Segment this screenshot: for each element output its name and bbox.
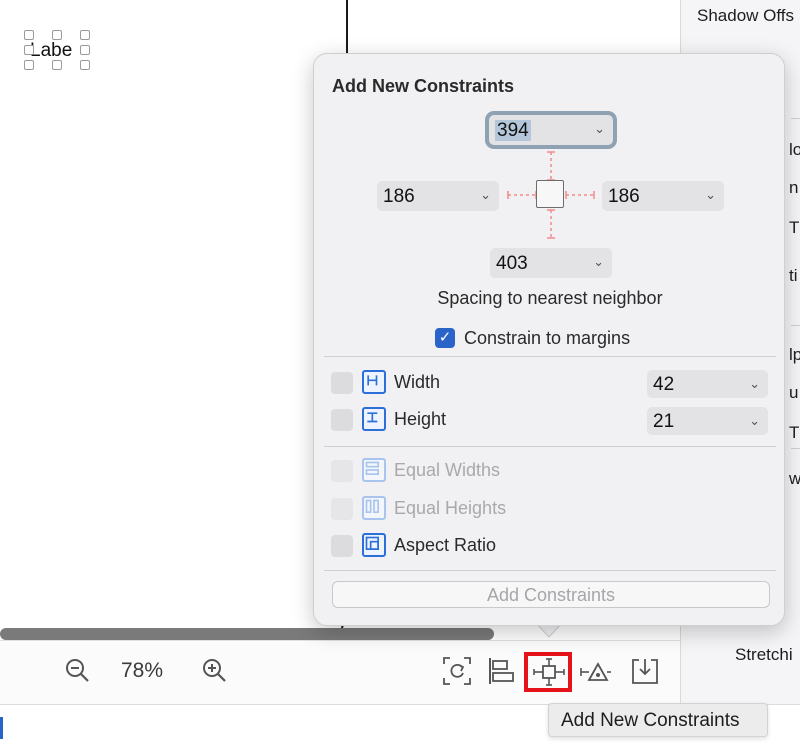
highlight-box [524, 652, 572, 692]
height-label: Height [394, 409, 447, 429]
label-element[interactable]: Labe [24, 30, 94, 70]
equal-widths-checkbox [331, 460, 353, 482]
height-icon [362, 407, 386, 431]
align-icon[interactable] [487, 656, 517, 686]
height-value-dropdown[interactable]: 21 ⌄ [647, 407, 768, 435]
chevron-down-icon: ⌄ [594, 121, 605, 136]
embed-in-icon[interactable] [630, 656, 660, 686]
resolve-issues-icon[interactable] [580, 658, 612, 686]
chevron-down-icon: ⌄ [749, 413, 760, 428]
add-constraints-button[interactable]: Add Constraints [332, 581, 770, 608]
width-value: 42 [653, 374, 675, 395]
chevron-down-icon: ⌄ [749, 376, 760, 391]
top-spacing-value: 394 [495, 120, 531, 141]
add-constraints-popover: Add New Constraints 394 ⌄ 186 ⌄ 186 ⌄ 40… [313, 53, 785, 626]
inspector-divider [791, 325, 800, 326]
top-spacing-dropdown[interactable]: 394 ⌄ [489, 115, 613, 145]
tooltip: Add New Constraints [548, 703, 768, 737]
bottom-spacing-dropdown[interactable]: 403 ⌄ [490, 248, 612, 278]
spacing-label: Spacing to nearest neighbor [437, 288, 663, 308]
inspector-divider [791, 118, 800, 119]
view-box-icon [536, 180, 564, 208]
width-value-dropdown[interactable]: 42 ⌄ [647, 370, 768, 398]
inspector-label: wi [789, 469, 800, 488]
right-spacing-dropdown[interactable]: 186 ⌄ [602, 181, 724, 211]
equal-heights-checkbox [331, 498, 353, 520]
equal-widths-label: Equal Widths [394, 460, 501, 480]
chevron-down-icon: ⌄ [705, 187, 716, 202]
zoom-level: 78% [121, 659, 164, 682]
constrain-margins-checkbox[interactable]: ✓ [435, 328, 455, 348]
width-label: Width [394, 372, 441, 392]
equal-widths-row: Equal Widths [331, 458, 771, 484]
resize-handle[interactable] [24, 60, 34, 70]
resize-handle[interactable] [52, 60, 62, 70]
inspector-label: n [789, 178, 799, 197]
height-checkbox[interactable] [331, 409, 353, 431]
inspector-divider [791, 448, 800, 449]
inspector-label: Stretchi [735, 645, 793, 664]
resize-handle[interactable] [80, 30, 90, 40]
equal-widths-icon [362, 458, 386, 482]
divider [324, 570, 776, 571]
popover-title: Add New Constraints [332, 76, 515, 96]
label-element-text: Labe [30, 40, 73, 61]
zoom-in-icon[interactable] [201, 657, 229, 685]
chevron-down-icon: ⌄ [480, 187, 491, 202]
update-frames-icon[interactable] [442, 656, 472, 686]
inspector-label: T [789, 423, 800, 442]
constrain-margins-label: Constrain to margins [464, 328, 631, 348]
width-checkbox[interactable] [331, 372, 353, 394]
resize-handle[interactable] [24, 30, 34, 40]
aspect-ratio-label: Aspect Ratio [394, 535, 497, 555]
left-spacing-dropdown[interactable]: 186 ⌄ [377, 181, 499, 211]
status-indicator-icon [0, 717, 3, 739]
horizontal-scrollbar[interactable] [0, 628, 494, 640]
height-value: 21 [653, 411, 675, 432]
zoom-out-icon[interactable] [64, 657, 92, 685]
resize-handle[interactable] [24, 45, 34, 55]
inspector-label: Shadow Offs [697, 6, 795, 25]
width-icon [362, 370, 386, 394]
bottom-spacing-value: 403 [496, 253, 528, 274]
divider [324, 356, 776, 357]
left-spacing-value: 186 [383, 186, 415, 207]
inspector-label: lp [789, 345, 800, 364]
aspect-ratio-row[interactable]: Aspect Ratio [331, 533, 771, 559]
inspector-label: ti [789, 266, 798, 285]
inspector-label: T [789, 218, 800, 237]
resize-handle[interactable] [52, 30, 62, 40]
equal-heights-row: Equal Heights [331, 496, 771, 522]
aspect-ratio-checkbox[interactable] [331, 535, 353, 557]
chevron-down-icon: ⌄ [593, 254, 604, 269]
aspect-ratio-icon [362, 533, 386, 557]
inspector-label: lo [789, 140, 800, 159]
right-spacing-value: 186 [608, 186, 640, 207]
equal-heights-icon [362, 496, 386, 520]
equal-heights-label: Equal Heights [394, 498, 507, 518]
resize-handle[interactable] [80, 45, 90, 55]
canvas-bottom-bar: 78% [0, 640, 680, 704]
tooltip-text: Add New Constraints [561, 710, 740, 731]
divider [324, 446, 776, 447]
resize-handle[interactable] [80, 60, 90, 70]
inspector-label: u [789, 383, 799, 402]
